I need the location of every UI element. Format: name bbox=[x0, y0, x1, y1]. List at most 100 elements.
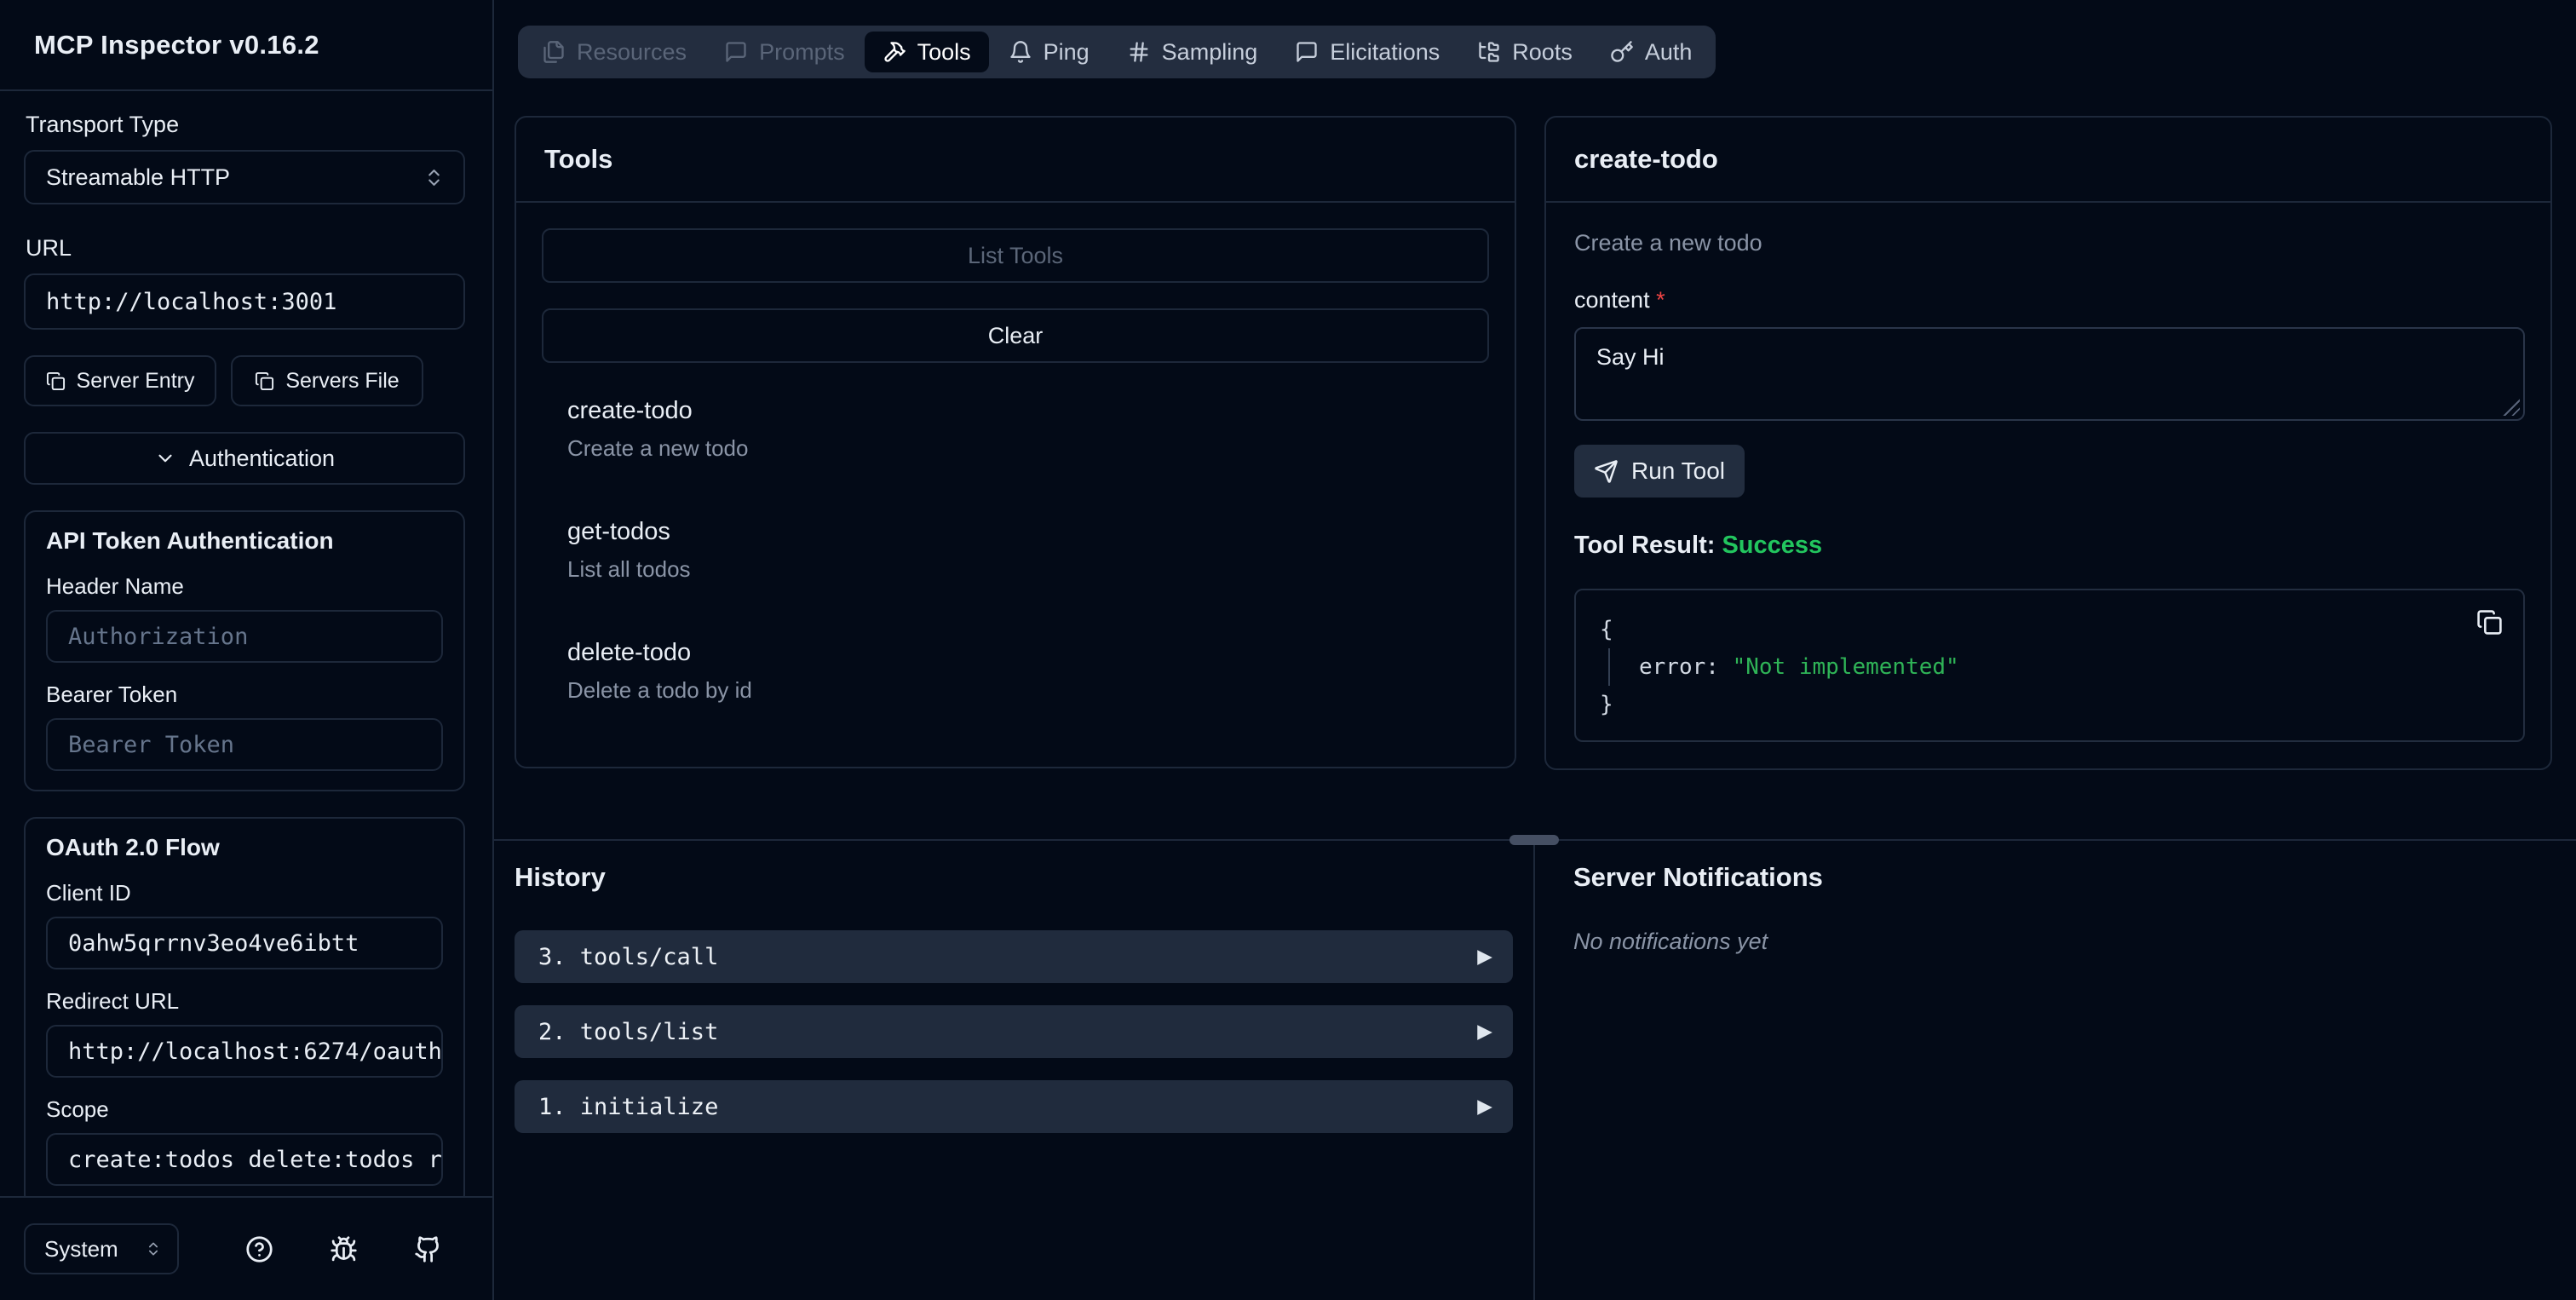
list-tools-label: List Tools bbox=[967, 242, 1064, 268]
api-token-auth-title: API Token Authentication bbox=[46, 527, 334, 554]
servers-file-label: Servers File bbox=[285, 368, 400, 393]
expand-triangle-icon: ▶ bbox=[1477, 1096, 1492, 1118]
history-title: History bbox=[515, 862, 606, 892]
history-panel: History 3. tools/call ▶ 2. tools/list ▶ … bbox=[515, 862, 1513, 1155]
clear-label: Clear bbox=[987, 322, 1044, 348]
tab-label: Elicitations bbox=[1330, 38, 1440, 65]
tab-label: Sampling bbox=[1161, 38, 1258, 65]
oauth-flow-title: OAuth 2.0 Flow bbox=[46, 834, 220, 860]
header-name-input[interactable]: Authorization bbox=[46, 610, 443, 663]
hash-icon bbox=[1127, 40, 1151, 64]
bug-icon[interactable] bbox=[330, 1235, 358, 1263]
history-item-label: 1. initialize bbox=[538, 1093, 719, 1120]
history-item-tools-list[interactable]: 2. tools/list ▶ bbox=[515, 1005, 1513, 1058]
tool-description: List all todos bbox=[567, 556, 691, 582]
chevrons-up-down-icon bbox=[145, 1240, 162, 1257]
split-drag-handle[interactable] bbox=[1509, 835, 1559, 845]
tab-sampling[interactable]: Sampling bbox=[1109, 32, 1276, 72]
clear-button[interactable]: Clear bbox=[542, 308, 1489, 363]
run-tool-button[interactable]: Run Tool bbox=[1574, 445, 1745, 498]
server-entry-button[interactable]: Server Entry bbox=[24, 355, 216, 406]
history-item-initialize[interactable]: 1. initialize ▶ bbox=[515, 1080, 1513, 1133]
server-notifications-panel: Server Notifications No notifications ye… bbox=[1573, 862, 1823, 955]
history-list: 3. tools/call ▶ 2. tools/list ▶ 1. initi… bbox=[515, 930, 1513, 1133]
help-circle-icon[interactable] bbox=[245, 1235, 273, 1263]
tool-result-label: Tool Result: bbox=[1574, 532, 1716, 559]
url-input[interactable]: http://localhost:3001 bbox=[24, 273, 465, 330]
chevron-down-icon bbox=[154, 447, 176, 469]
content-label-text: content bbox=[1574, 287, 1650, 313]
header-name-placeholder: Authorization bbox=[68, 623, 249, 650]
tool-detail-header: create-todo bbox=[1546, 118, 2550, 203]
list-tools-button[interactable]: List Tools bbox=[542, 228, 1489, 283]
copy-icon[interactable] bbox=[2476, 609, 2503, 636]
folder-tree-icon bbox=[1477, 40, 1501, 64]
bearer-token-input[interactable]: Bearer Token bbox=[46, 718, 443, 771]
servers-file-button[interactable]: Servers File bbox=[231, 355, 423, 406]
footer-icon-row bbox=[245, 1235, 442, 1263]
tool-detail-title: create-todo bbox=[1574, 144, 1718, 174]
copy-buttons-row: Server Entry Servers File bbox=[24, 355, 465, 406]
json-open-brace: { bbox=[1600, 617, 1613, 642]
server-entry-label: Server Entry bbox=[76, 368, 195, 393]
tool-list-item-delete-todo[interactable]: delete-todo Delete a todo by id bbox=[542, 630, 1489, 712]
scope-label: Scope bbox=[46, 1096, 109, 1122]
tab-resources[interactable]: Resources bbox=[524, 32, 704, 72]
tab-label: Tools bbox=[917, 38, 971, 65]
expand-triangle-icon: ▶ bbox=[1477, 946, 1492, 968]
redirect-url-input[interactable]: http://localhost:6274/oauth/ bbox=[46, 1025, 443, 1078]
content-field-label: content * bbox=[1574, 287, 2525, 313]
expand-triangle-icon: ▶ bbox=[1477, 1021, 1492, 1043]
bearer-token-label: Bearer Token bbox=[46, 682, 178, 707]
client-id-input[interactable]: 0ahw5qrrnv3eo4ve6ibtt bbox=[46, 917, 443, 969]
transport-type-select[interactable]: Streamable HTTP bbox=[24, 150, 465, 204]
required-marker: * bbox=[1656, 287, 1665, 313]
tab-roots[interactable]: Roots bbox=[1459, 32, 1590, 72]
app-title: MCP Inspector v0.16.2 bbox=[34, 29, 319, 60]
resize-grip[interactable] bbox=[2503, 399, 2520, 416]
theme-select-value: System bbox=[44, 1235, 118, 1262]
tab-ping[interactable]: Ping bbox=[991, 32, 1107, 72]
authentication-toggle[interactable]: Authentication bbox=[24, 432, 465, 485]
tool-list-item-create-todo[interactable]: create-todo Create a new todo bbox=[542, 388, 1489, 470]
content-textarea[interactable]: Say Hi bbox=[1574, 327, 2525, 421]
tool-list-item-get-todos[interactable]: get-todos List all todos bbox=[542, 509, 1489, 591]
tools-panel: Tools List Tools Clear create-todo Creat… bbox=[515, 116, 1516, 768]
history-item-label: 2. tools/list bbox=[538, 1018, 719, 1045]
redirect-url-value: http://localhost:6274/oauth/ bbox=[68, 1038, 443, 1065]
tools-panel-title: Tools bbox=[544, 144, 613, 174]
json-error-line: error: "Not implemented" bbox=[1608, 648, 2499, 686]
json-string-value: "Not implemented" bbox=[1732, 654, 1959, 680]
url-label: URL bbox=[26, 235, 72, 261]
scope-input[interactable]: create:todos delete:todos re bbox=[46, 1133, 443, 1186]
main-area: Resources Prompts Tools Ping Sampling El… bbox=[494, 0, 2576, 1300]
sidebar: MCP Inspector v0.16.2 Transport Type Str… bbox=[0, 0, 494, 1300]
message-square-icon bbox=[1295, 40, 1319, 64]
history-item-label: 3. tools/call bbox=[538, 943, 719, 970]
tool-name: delete-todo bbox=[567, 639, 692, 666]
tool-name: get-todos bbox=[567, 518, 670, 545]
tab-elicitations[interactable]: Elicitations bbox=[1277, 32, 1458, 72]
github-icon[interactable] bbox=[414, 1235, 442, 1263]
vertical-split-divider bbox=[1533, 841, 1535, 1300]
header-name-label: Header Name bbox=[46, 573, 184, 599]
scope-value: create:todos delete:todos re bbox=[68, 1146, 443, 1173]
tab-tools[interactable]: Tools bbox=[864, 32, 989, 72]
api-token-auth-card: API Token Authentication Header Name Aut… bbox=[24, 510, 465, 791]
tool-result-line: Tool Result: Success bbox=[1574, 532, 2525, 560]
theme-select[interactable]: System bbox=[24, 1223, 179, 1274]
history-item-tools-call[interactable]: 3. tools/call ▶ bbox=[515, 930, 1513, 983]
send-icon bbox=[1594, 459, 1619, 484]
tab-auth[interactable]: Auth bbox=[1592, 32, 1711, 72]
client-id-label: Client ID bbox=[46, 880, 131, 906]
tab-bar: Resources Prompts Tools Ping Sampling El… bbox=[518, 26, 1716, 78]
transport-type-label: Transport Type bbox=[26, 112, 180, 137]
json-key: error: bbox=[1639, 654, 1719, 680]
tab-label: Prompts bbox=[759, 38, 845, 65]
key-icon bbox=[1610, 40, 1634, 64]
tool-list: create-todo Create a new todo get-todos … bbox=[542, 388, 1489, 712]
copy-icon bbox=[255, 371, 274, 391]
bearer-token-placeholder: Bearer Token bbox=[68, 731, 235, 758]
run-tool-label: Run Tool bbox=[1630, 457, 1725, 484]
tab-prompts[interactable]: Prompts bbox=[706, 32, 863, 72]
